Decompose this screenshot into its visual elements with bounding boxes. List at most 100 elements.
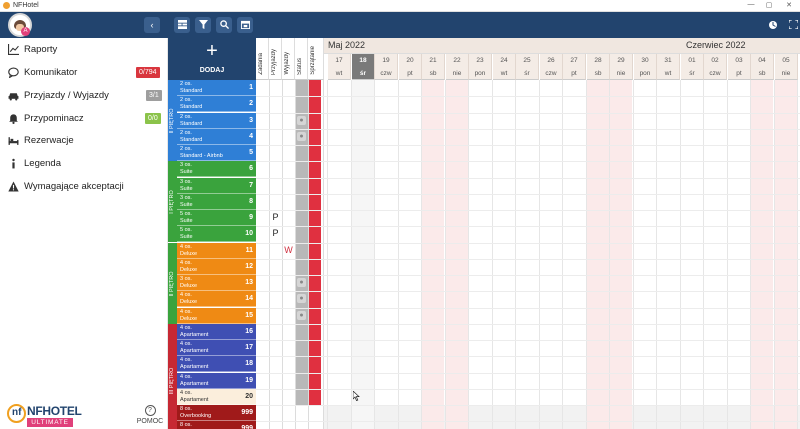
column-header-status[interactable]: Status <box>295 38 308 80</box>
room-row[interactable]: 4 os. Deluxe 15 <box>177 308 256 324</box>
grid-row-line <box>324 161 800 162</box>
column-header-wyjazdy[interactable]: Wyjazdy <box>282 38 295 80</box>
day-number[interactable]: 17 <box>328 54 351 67</box>
room-row[interactable]: 4 os. Apartament 19 <box>177 373 256 389</box>
room-number: 10 <box>245 230 253 237</box>
guest-icon[interactable]: ● <box>297 116 306 125</box>
column-header-sprzatanie[interactable]: Sprzątanie <box>308 38 324 80</box>
row-divider <box>256 389 324 390</box>
day-number[interactable]: 30 <box>634 54 657 67</box>
day-number[interactable]: 29 <box>610 54 633 67</box>
menu-item-rezerwacje[interactable]: Rezerwacje <box>0 130 168 152</box>
day-number[interactable]: 23 <box>469 54 492 67</box>
room-row[interactable]: 5 os. Suite 10 <box>177 226 256 242</box>
collapse-sidebar-button[interactable]: ‹ <box>144 17 160 33</box>
departure-marker[interactable]: W <box>282 245 295 255</box>
day-number[interactable]: 22 <box>446 54 469 67</box>
room-type: Suite <box>180 169 193 175</box>
menu-item-przyjazdy-wyjazdy[interactable]: Przyjazdy / Wyjazdy 3/1 <box>0 85 168 107</box>
room-row[interactable]: 4 os. Apartament 17 <box>177 340 256 356</box>
grid-column-line <box>421 80 422 429</box>
room-row[interactable]: 4 os. Deluxe 14 <box>177 291 256 307</box>
menu-item-przypominacz[interactable]: Przypominacz 0/0 <box>0 108 168 130</box>
menu-item-legenda[interactable]: Legenda <box>0 153 168 175</box>
menu-item-wymagajace-akceptacji[interactable]: Wymagające akceptacji <box>0 176 168 198</box>
room-row[interactable]: 8 os. 999 <box>177 421 256 429</box>
room-row[interactable]: 2 os. Standard 3 <box>177 113 256 129</box>
room-row[interactable]: 2 os. Standard 1 <box>177 80 256 96</box>
sidebar: Raporty Komunikator 0/794 Przyjazdy / Wy… <box>0 38 168 429</box>
column-header-zadania[interactable]: Zadania <box>256 38 269 80</box>
row-divider <box>256 340 324 341</box>
row-divider <box>256 373 324 374</box>
room-capacity: 8 os. <box>180 406 192 412</box>
day-number[interactable]: 25 <box>516 54 539 67</box>
room-capacity: 4 os. <box>180 374 192 380</box>
room-row[interactable]: 4 os. Apartament 20 <box>177 389 256 405</box>
add-reservation-button[interactable]: + DODAJ <box>168 38 256 80</box>
guest-icon[interactable]: ● <box>297 278 306 287</box>
column-divider <box>269 80 270 429</box>
reservation-grid[interactable] <box>324 80 800 429</box>
guest-icon[interactable]: ● <box>297 311 306 320</box>
room-row[interactable]: 4 os. Deluxe 12 <box>177 259 256 275</box>
column-divider <box>323 80 324 429</box>
room-capacity: 8 os. <box>180 422 192 428</box>
menu-item-raporty[interactable]: Raporty <box>0 39 168 61</box>
day-number[interactable]: 28 <box>587 54 610 67</box>
room-type: Apartament <box>180 381 209 387</box>
calendar-button[interactable] <box>237 17 253 33</box>
close-icon[interactable]: ✕ <box>782 1 796 9</box>
room-row[interactable]: 2 os. Standard - Airbnb 5 <box>177 145 256 161</box>
day-number[interactable]: 31 <box>657 54 680 67</box>
filter-button[interactable] <box>195 17 211 33</box>
minimize-icon[interactable]: — <box>744 1 758 8</box>
room-row[interactable]: 3 os. Deluxe 13 <box>177 275 256 291</box>
room-row[interactable]: 3 os. Suite 6 <box>177 161 256 177</box>
room-row[interactable]: 3 os. Suite 8 <box>177 194 256 210</box>
day-number[interactable]: 05 <box>775 54 798 67</box>
room-row[interactable]: 4 os. Apartament 18 <box>177 356 256 372</box>
arrival-marker[interactable]: P <box>269 228 282 238</box>
day-number[interactable]: 26 <box>540 54 563 67</box>
day-number[interactable]: 20 <box>399 54 422 67</box>
day-number[interactable]: 27 <box>563 54 586 67</box>
mouse-cursor-icon <box>352 390 360 403</box>
guest-icon[interactable]: ● <box>297 132 306 141</box>
day-number[interactable]: 02 <box>704 54 727 67</box>
rooms-view-button[interactable] <box>174 17 190 33</box>
arrival-marker[interactable]: P <box>269 212 282 222</box>
maximize-icon[interactable]: ▢ <box>762 1 776 9</box>
day-number[interactable]: 01 <box>681 54 704 67</box>
refresh-button[interactable] <box>766 18 780 32</box>
menu-item-komunikator[interactable]: Komunikator 0/794 <box>0 62 168 84</box>
room-row[interactable]: 8 os. Overbooking 999 <box>177 405 256 421</box>
room-row[interactable]: 4 os. Deluxe 11 <box>177 243 256 259</box>
day-number[interactable]: 24 <box>493 54 516 67</box>
day-number[interactable]: 21 <box>422 54 445 67</box>
grid-row-line <box>324 243 800 244</box>
room-row[interactable]: 4 os. Apartament 16 <box>177 324 256 340</box>
day-number[interactable]: 03 <box>728 54 751 67</box>
reminder-count-badge: 0/0 <box>145 113 161 124</box>
room-row[interactable]: 2 os. Standard 2 <box>177 96 256 112</box>
room-row[interactable]: 3 os. Suite 7 <box>177 178 256 194</box>
grid-column-line <box>327 80 328 429</box>
room-row[interactable]: 2 os. Standard 4 <box>177 129 256 145</box>
day-number[interactable]: 19 <box>375 54 398 67</box>
day-number[interactable]: 18 <box>352 54 375 67</box>
fullscreen-button[interactable] <box>786 18 800 32</box>
room-row[interactable]: 5 os. Suite 9 <box>177 210 256 226</box>
day-number[interactable]: 04 <box>751 54 774 67</box>
room-type: Suite <box>180 218 193 224</box>
grid-column-line <box>562 80 563 429</box>
row-divider <box>256 275 324 276</box>
grid-column-line <box>750 80 751 429</box>
search-button[interactable] <box>216 17 232 33</box>
title-bar: NFHotel — ▢ ✕ <box>0 0 800 12</box>
menu-label: Legenda <box>24 158 61 169</box>
column-header-przyjazdy[interactable]: Przyjazdy <box>269 38 282 80</box>
room-number: 1 <box>249 84 253 91</box>
guest-icon[interactable]: ● <box>297 294 306 303</box>
help-button[interactable]: ? POMOC <box>136 405 164 425</box>
